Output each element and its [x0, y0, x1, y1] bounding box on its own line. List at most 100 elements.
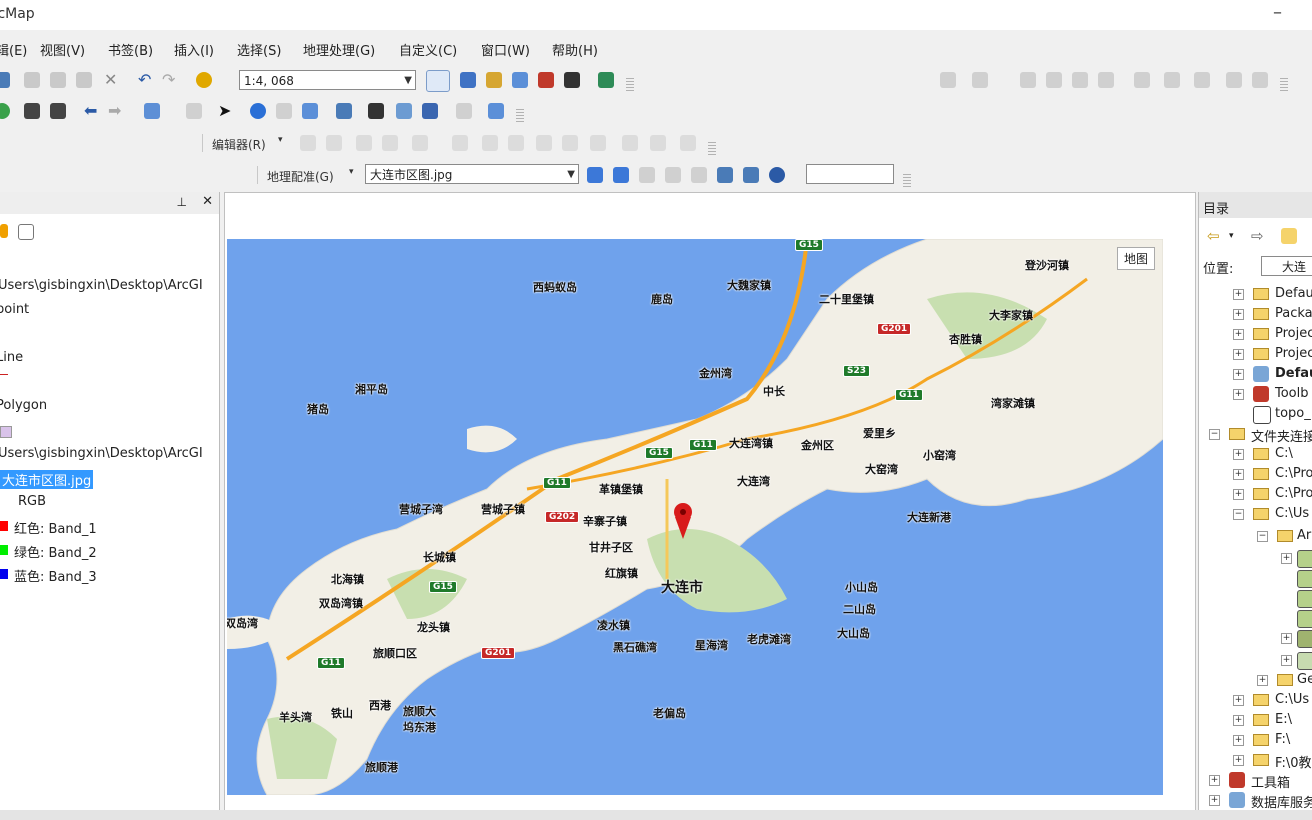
list-by-drawing-order-icon[interactable] — [0, 224, 8, 238]
identify-icon[interactable] — [250, 103, 266, 119]
topology-icon[interactable] — [940, 72, 956, 88]
undo-icon[interactable]: ↶ — [138, 72, 154, 88]
junction-icon[interactable] — [1072, 72, 1088, 88]
open-icon[interactable] — [0, 72, 10, 88]
chevron-down-icon[interactable]: ▾ — [349, 167, 354, 177]
endpoint-arc-icon[interactable] — [382, 135, 398, 151]
menu-geoprocessing[interactable]: 地理处理(G) — [303, 40, 375, 59]
map-image[interactable]: 地图 西蚂蚁岛 鹿岛 大魏家镇 二十里堡镇 登沙河镇 大李家镇 杏胜镇 金州湾 … — [227, 239, 1163, 795]
map-display[interactable]: 地图 西蚂蚁岛 鹿岛 大魏家镇 二十里堡镇 登沙河镇 大李家镇 杏胜镇 金州湾 … — [224, 192, 1196, 812]
catalog-item[interactable]: E:\ — [1275, 712, 1292, 727]
toolbar-grip[interactable] — [626, 78, 634, 92]
toolbar-grip[interactable] — [516, 109, 524, 123]
collapse-icon[interactable]: − — [1233, 509, 1244, 520]
catalog-item[interactable]: Defau — [1275, 366, 1312, 381]
settings-icon[interactable] — [1252, 72, 1268, 88]
link-table-icon[interactable] — [743, 167, 759, 183]
catalog-item[interactable]: C:\ — [1275, 446, 1293, 461]
select-features-icon[interactable] — [144, 103, 160, 119]
raster-icon[interactable] — [1297, 630, 1312, 648]
menu-customize[interactable]: 自定义(C) — [399, 40, 457, 59]
split-icon[interactable] — [508, 135, 524, 151]
shift-raster-icon[interactable] — [613, 167, 629, 183]
expand-icon[interactable]: + — [1233, 289, 1244, 300]
catalog-item[interactable]: C:\Us — [1275, 506, 1309, 521]
menu-windows[interactable]: 窗口(W) — [481, 40, 530, 59]
auto-adjust-icon[interactable] — [665, 167, 681, 183]
expand-icon[interactable]: + — [1281, 655, 1292, 666]
pin-icon[interactable]: ⊥ — [177, 195, 187, 209]
catalog-item[interactable]: Packa — [1275, 306, 1312, 321]
add-data-icon[interactable] — [196, 72, 212, 88]
reshape-icon[interactable] — [452, 135, 468, 151]
catalog-item[interactable]: Toolb — [1275, 386, 1309, 401]
time-slider-icon[interactable] — [456, 103, 472, 119]
attributes-icon[interactable] — [622, 135, 638, 151]
reset-icon[interactable] — [769, 167, 785, 183]
toolbar-grip[interactable] — [708, 142, 716, 156]
toc-window-icon[interactable] — [460, 72, 476, 88]
select-element-icon[interactable]: ➤ — [218, 103, 234, 119]
straight-segment-icon[interactable] — [356, 135, 372, 151]
expand-icon[interactable]: + — [1233, 695, 1244, 706]
clear-selection-icon[interactable] — [186, 103, 202, 119]
close-icon[interactable]: ✕ — [202, 194, 213, 209]
list-by-source-icon[interactable] — [18, 224, 34, 240]
html-popup-icon[interactable] — [302, 103, 318, 119]
model-builder-icon[interactable] — [598, 72, 614, 88]
catalog-item[interactable]: F:\0教 — [1275, 752, 1312, 771]
expand-icon[interactable]: + — [1233, 449, 1244, 460]
expand-icon[interactable]: + — [1209, 795, 1220, 806]
create-viewer-icon[interactable] — [488, 103, 504, 119]
layer-file-icon[interactable] — [1297, 652, 1312, 670]
expand-icon[interactable]: + — [1281, 553, 1292, 564]
catalog-item[interactable]: Projec — [1275, 346, 1312, 361]
menu-edit[interactable]: 辑(E) — [0, 40, 27, 59]
edit-tool-icon[interactable] — [300, 135, 316, 151]
polygon-shapefile-icon[interactable] — [1297, 610, 1312, 628]
up-folder-icon[interactable] — [1281, 228, 1297, 244]
toolbar-grip[interactable] — [1280, 78, 1288, 92]
edit-vertices-icon[interactable] — [412, 135, 428, 151]
search-window-icon[interactable] — [512, 72, 528, 88]
shapefile-icon[interactable] — [1297, 550, 1312, 568]
python-window-icon[interactable] — [564, 72, 580, 88]
network-icon[interactable] — [972, 72, 988, 88]
catalog-item[interactable]: C:\Us — [1275, 692, 1309, 707]
expand-icon[interactable]: + — [1233, 735, 1244, 746]
sketch-properties-icon[interactable] — [650, 135, 666, 151]
analysis-icon[interactable] — [1226, 72, 1242, 88]
catalog-item[interactable]: 文件夹连接 — [1251, 426, 1312, 445]
collapse-icon[interactable]: − — [1257, 531, 1268, 542]
point-shapefile-icon[interactable] — [1297, 590, 1312, 608]
expand-icon[interactable]: + — [1233, 309, 1244, 320]
catalog-item[interactable]: Defau — [1275, 286, 1312, 301]
find-route-icon[interactable] — [396, 103, 412, 119]
measure-icon[interactable] — [336, 103, 352, 119]
toolbar-grip[interactable] — [903, 174, 911, 188]
line-shapefile-icon[interactable] — [1297, 570, 1312, 588]
flow-icon[interactable] — [1046, 72, 1062, 88]
catalog-item[interactable]: 工具箱 — [1251, 772, 1290, 791]
expand-icon[interactable]: + — [1233, 329, 1244, 340]
chevron-down-icon[interactable]: ▾ — [1229, 228, 1245, 244]
menu-bookmarks[interactable]: 书签(B) — [108, 40, 153, 59]
split-tool-icon[interactable] — [536, 135, 552, 151]
catalog-item[interactable]: Ge — [1297, 672, 1312, 687]
toc-layer-polygon[interactable]: Polygon — [0, 398, 47, 413]
expand-icon[interactable]: + — [1233, 715, 1244, 726]
catalog-item[interactable]: C:\Pro — [1275, 466, 1312, 481]
edge-icon[interactable] — [1098, 72, 1114, 88]
edit-annotation-icon[interactable] — [326, 135, 342, 151]
redo-icon[interactable]: ↷ — [162, 72, 178, 88]
trace-icon[interactable] — [1020, 72, 1036, 88]
toc-layer-line[interactable]: Line — [0, 350, 23, 365]
editor-toolbar-icon[interactable] — [426, 70, 450, 92]
menu-view[interactable]: 视图(V) — [40, 40, 85, 59]
viewer-icon[interactable] — [691, 167, 707, 183]
fixed-zoom-out-icon[interactable] — [50, 103, 66, 119]
back-arrow-icon[interactable]: ⬅ — [84, 103, 100, 119]
create-features-icon[interactable] — [680, 135, 696, 151]
cut-icon[interactable] — [24, 72, 40, 88]
georeferencing-menu[interactable]: 地理配准(G) — [267, 168, 334, 185]
